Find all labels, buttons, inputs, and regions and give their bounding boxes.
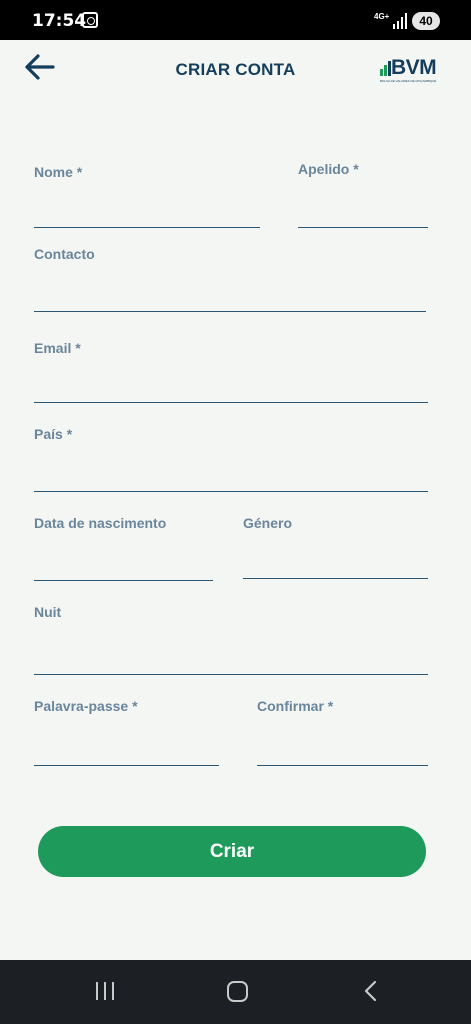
status-bar: 17:54 4G+ 40 [0, 0, 471, 40]
genero-input[interactable] [243, 553, 428, 579]
contacto-label: Contacto [34, 246, 95, 262]
home-button[interactable] [227, 981, 248, 1002]
logo-text: BVM [391, 56, 437, 79]
pais-label: País * [34, 426, 73, 442]
email-input[interactable] [34, 377, 428, 403]
signal-icon [393, 13, 407, 29]
nome-input[interactable] [34, 202, 260, 228]
apelido-label: Apelido * [298, 161, 359, 177]
chevron-left-icon [364, 980, 377, 1002]
genero-label: Género [243, 515, 293, 531]
nome-label: Nome * [34, 164, 83, 180]
recent-apps-icon [104, 982, 106, 1000]
nuit-label: Nuit [34, 604, 62, 620]
bvm-logo: BVM BOLSA DE VALORES DE MOÇAMBIQUE [380, 56, 444, 84]
recent-apps-icon [112, 982, 114, 1000]
system-back-button[interactable] [360, 979, 382, 1003]
contacto-input[interactable] [34, 286, 426, 312]
battery-indicator: 40 [412, 12, 440, 30]
confirmar-input[interactable] [257, 740, 428, 766]
logo-subtext: BOLSA DE VALORES DE MOÇAMBIQUE [380, 79, 437, 83]
apelido-input[interactable] [298, 202, 428, 228]
palavra-passe-label: Palavra-passe * [34, 698, 138, 714]
data-nascimento-input[interactable] [34, 555, 213, 581]
criar-button[interactable]: Criar [38, 826, 426, 877]
data-nascimento-label: Data de nascimento [34, 515, 167, 531]
screenshot-icon [82, 12, 98, 28]
system-nav-bar [0, 960, 471, 1024]
network-type: 4G+ [374, 12, 390, 21]
recent-apps-icon [96, 982, 98, 1000]
email-label: Email * [34, 340, 81, 356]
nuit-input[interactable] [34, 649, 428, 675]
palavra-passe-input[interactable] [34, 740, 219, 766]
confirmar-label: Confirmar * [257, 698, 334, 714]
status-time: 17:54 [32, 11, 87, 31]
app-header: CRIAR CONTA BVM BOLSA DE VALORES DE MOÇA… [0, 40, 471, 100]
pais-input[interactable] [34, 466, 428, 492]
recent-apps-button[interactable] [96, 982, 116, 1000]
